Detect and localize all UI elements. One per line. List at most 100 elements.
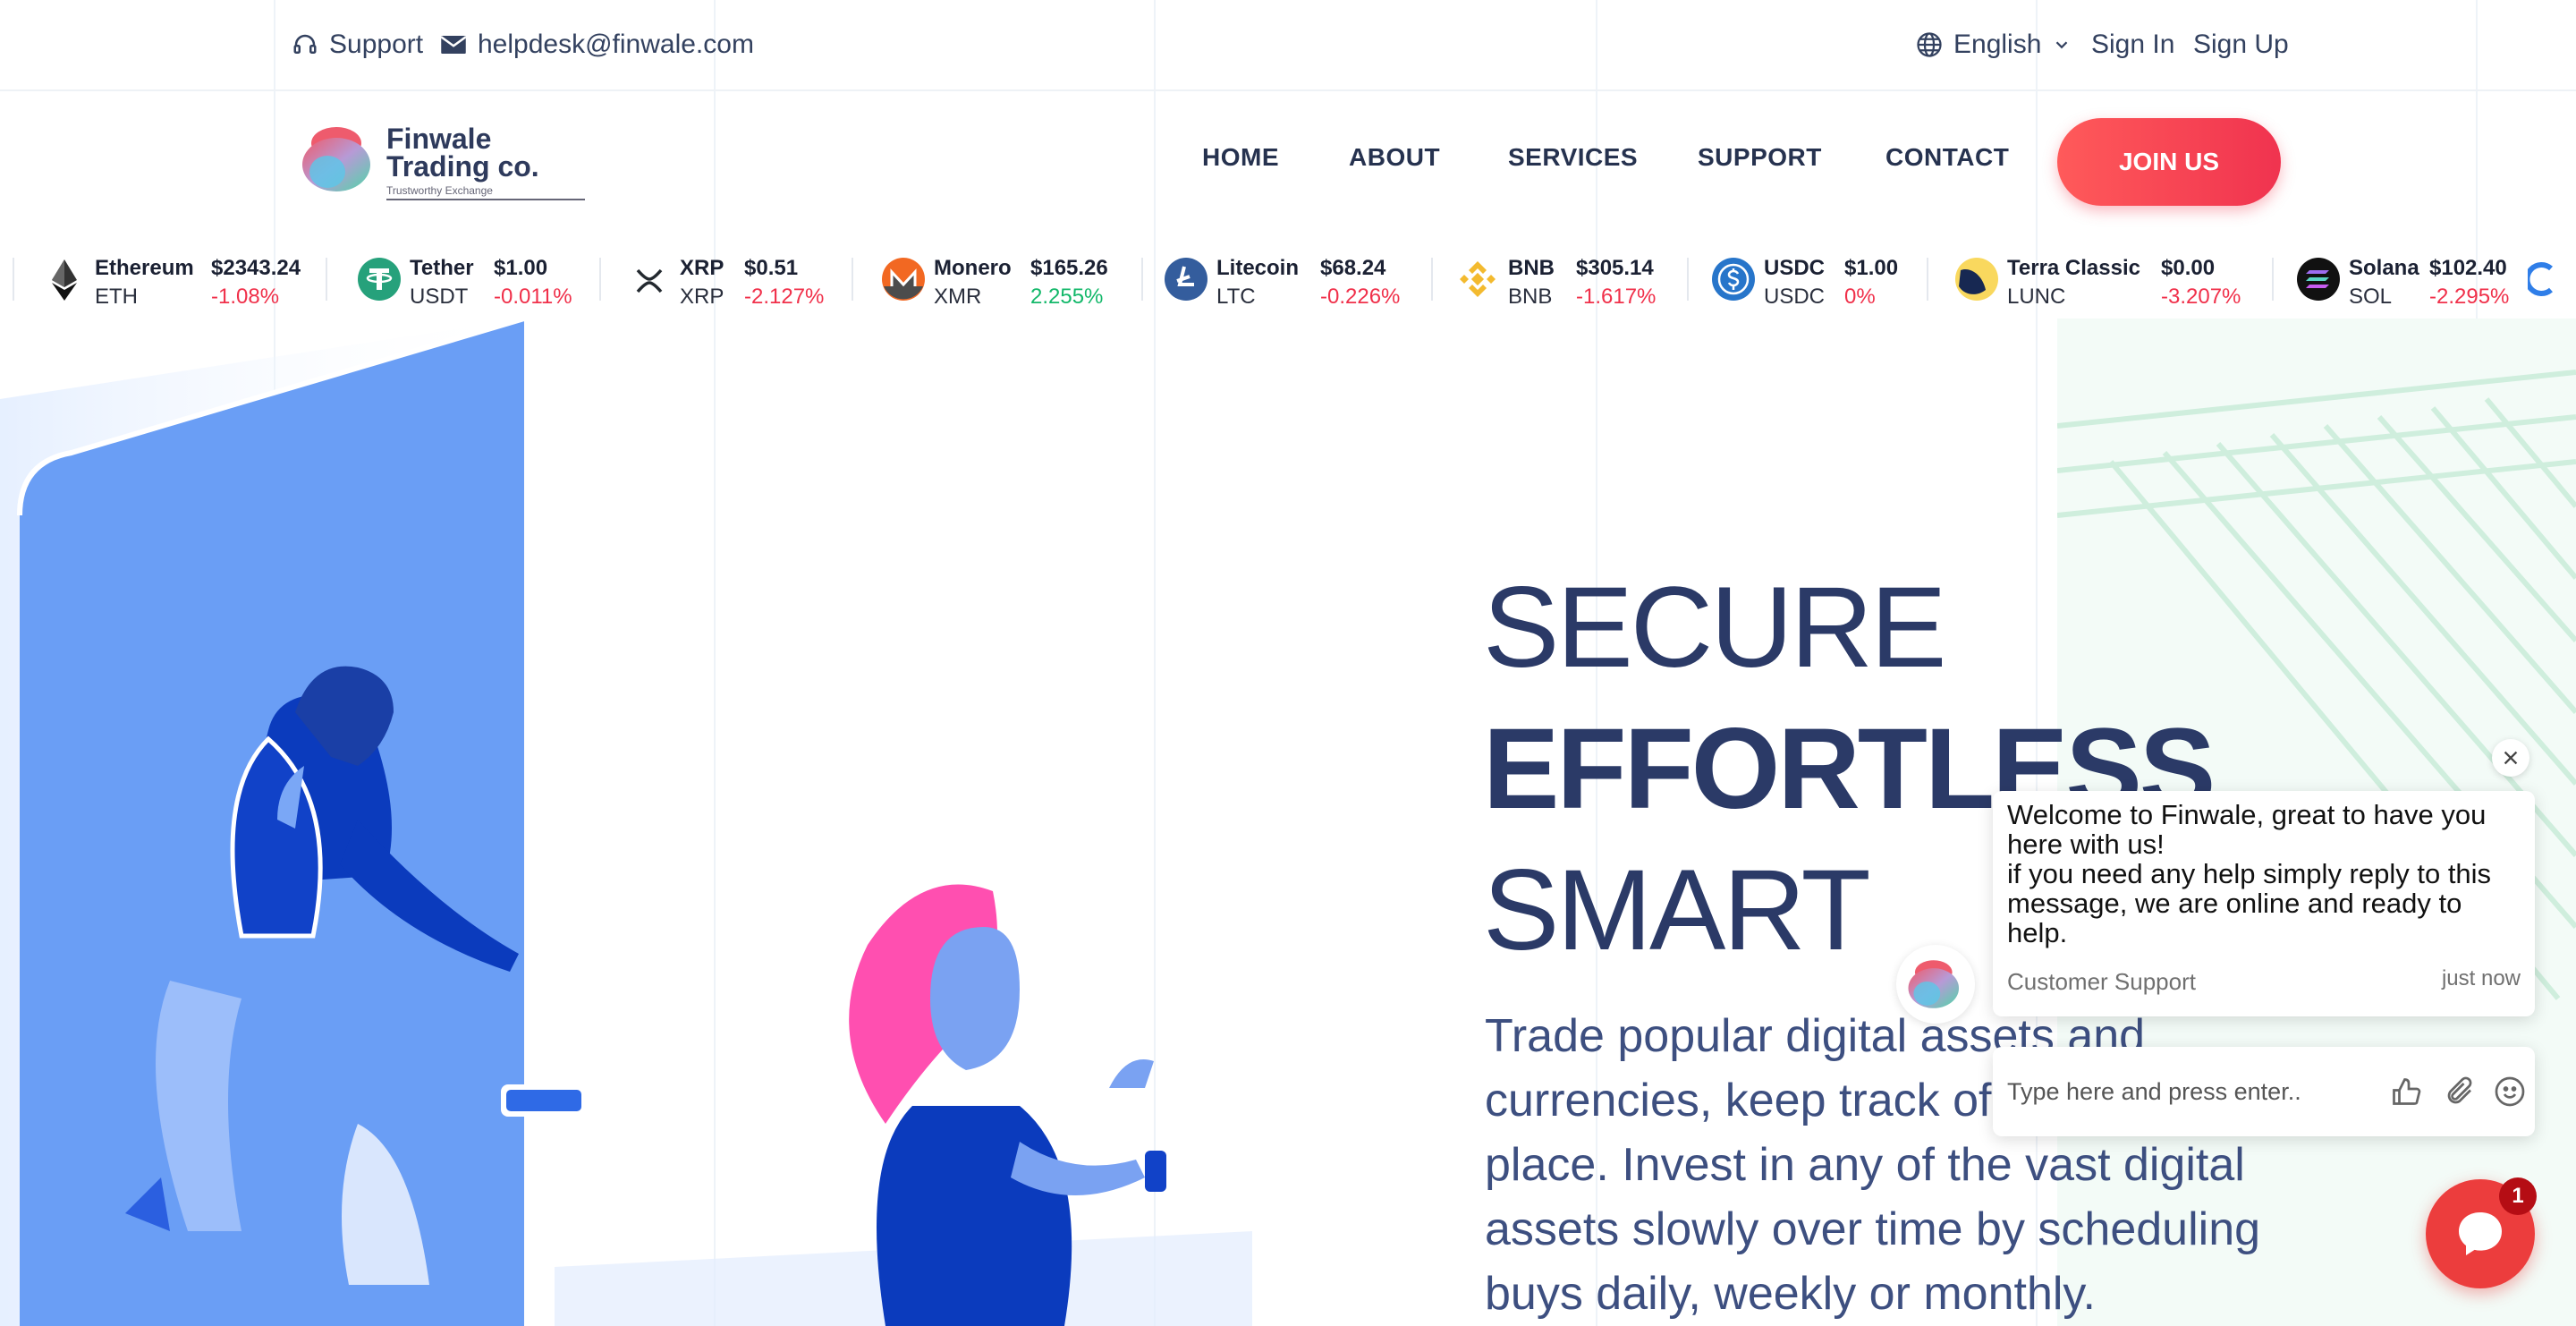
- coin-change: -0.011%: [494, 285, 572, 309]
- ticker-divider: [852, 258, 853, 301]
- chat-sender: Customer Support: [2007, 968, 2196, 995]
- coin-price: $1.00: [494, 256, 548, 280]
- ticker-item-terra-classic[interactable]: Terra Classic LUNC $0.00 -3.207%: [1953, 247, 2258, 310]
- ticker-divider: [1927, 258, 1928, 301]
- ethereum-icon: [52, 259, 77, 301]
- nav-about[interactable]: ABOUT: [1349, 143, 1440, 172]
- hero-line-smart: SMART: [1483, 846, 1871, 974]
- nav-services[interactable]: SERVICES: [1508, 143, 1638, 172]
- ticker-item-ethereum[interactable]: Ethereum ETH $2343.24 -1.08%: [41, 247, 309, 310]
- finwale-logo-icon: [302, 127, 370, 191]
- ticker-item-xrp[interactable]: XRP XRP $0.51 -2.127%: [626, 247, 859, 310]
- headset-icon: [293, 34, 317, 54]
- hero-line-secure: SECURE: [1483, 564, 1946, 692]
- coin-change: -1.617%: [1576, 285, 1657, 309]
- coin-price: $68.24: [1320, 256, 1386, 280]
- ticker-divider: [2272, 258, 2274, 301]
- mail-icon: [440, 36, 467, 54]
- coin-name: Solana: [2349, 256, 2419, 280]
- terra-classic-icon: [1955, 258, 1998, 301]
- coin-price: $1.00: [1844, 256, 1899, 280]
- coin-price: $0.51: [744, 256, 799, 280]
- solana-icon: [2297, 258, 2340, 301]
- coin-change: -0.226%: [1320, 285, 1401, 309]
- coin-symbol: BNB: [1508, 285, 1553, 309]
- brand-logo[interactable]: Finwale Trading co. Trustworthy Exchange: [301, 123, 585, 200]
- nav-contact[interactable]: CONTACT: [1885, 143, 2009, 172]
- top-bar: Support helpdesk@finwale.com English Sig…: [0, 0, 2576, 91]
- chat-icon: [2459, 1212, 2502, 1255]
- coin-change: -2.295%: [2429, 285, 2510, 309]
- chat-unread-badge: 1: [2499, 1177, 2537, 1215]
- coin-name: Litecoin: [1216, 256, 1300, 280]
- language-selector[interactable]: English: [1916, 23, 2072, 66]
- partial-coin-icon: [2528, 262, 2553, 296]
- xrp-icon: [636, 268, 663, 293]
- coin-price: $0.00: [2161, 256, 2216, 280]
- finwale-logo-icon: [1908, 960, 1960, 1008]
- coin-name: Monero: [934, 256, 1012, 280]
- chat-timestamp: just now: [2441, 966, 2521, 990]
- coin-change: -1.08%: [211, 285, 280, 309]
- close-icon: [2504, 751, 2518, 765]
- coin-price: $2343.24: [211, 256, 301, 280]
- chat-message-input[interactable]: [2005, 1070, 2367, 1113]
- coin-name: Terra Classic: [2007, 256, 2140, 280]
- coin-change: 0%: [1844, 285, 1876, 309]
- coin-price: $305.14: [1576, 256, 1654, 280]
- bnb-icon: [1460, 261, 1496, 297]
- support-label: Support: [329, 30, 424, 59]
- sign-up-link[interactable]: Sign Up: [2193, 23, 2289, 66]
- brand-name-line2: Trading co.: [386, 150, 539, 183]
- chat-message-text: Welcome to Finwale, great to have you he…: [2007, 799, 2492, 948]
- nav-support[interactable]: SUPPORT: [1698, 143, 1822, 172]
- brand-name-line1: Finwale: [386, 123, 492, 155]
- coin-symbol: XRP: [680, 285, 724, 309]
- monero-icon: [882, 258, 925, 301]
- brand-tagline: Trustworthy Exchange: [386, 184, 585, 200]
- ticker-item-usdc[interactable]: USDC USDC $1.00 0%: [1710, 247, 1979, 310]
- email-label: helpdesk@finwale.com: [478, 30, 754, 59]
- coin-symbol: LUNC: [2007, 285, 2066, 309]
- ticker-item-litecoin[interactable]: Litecoin LTC $68.24 -0.226%: [1163, 247, 1431, 310]
- emoji-icon[interactable]: [2490, 1072, 2529, 1111]
- coin-symbol: SOL: [2349, 285, 2393, 309]
- thumbs-up-icon[interactable]: [2386, 1072, 2426, 1111]
- ticker-item-solana[interactable]: Solana SOL $102.40 -2.295%: [2295, 247, 2519, 310]
- hero-illustration: [0, 319, 1252, 1326]
- coin-name: BNB: [1508, 256, 1555, 280]
- coin-symbol: LTC: [1216, 285, 1256, 309]
- chat-close-button[interactable]: [2492, 739, 2529, 777]
- litecoin-icon: [1165, 258, 1208, 301]
- coin-name: XRP: [680, 256, 724, 280]
- ticker-item-monero[interactable]: Monero XMR $165.26 2.255%: [880, 247, 1148, 310]
- coin-name: USDC: [1764, 256, 1826, 280]
- attachment-icon[interactable]: [2440, 1072, 2479, 1111]
- support-link[interactable]: Support: [292, 23, 423, 66]
- join-us-button[interactable]: JOIN US: [2057, 118, 2281, 206]
- coin-symbol: XMR: [934, 285, 982, 309]
- chat-message-bubble: Welcome to Finwale, great to have you he…: [1993, 791, 2535, 1016]
- email-link[interactable]: helpdesk@finwale.com: [440, 23, 754, 66]
- coin-symbol: USDC: [1764, 285, 1826, 309]
- coin-name: Ethereum: [95, 256, 194, 280]
- tether-icon: [358, 258, 401, 301]
- main-header: Finwale Trading co. Trustworthy Exchange…: [0, 89, 2576, 238]
- ticker-divider: [1687, 258, 1689, 301]
- coin-change: 2.255%: [1030, 285, 1104, 309]
- coin-change: -3.207%: [2161, 285, 2241, 309]
- coin-symbol: ETH: [95, 285, 138, 309]
- chat-input-box: [1993, 1047, 2535, 1136]
- usdc-icon: [1712, 258, 1755, 301]
- coin-price: $165.26: [1030, 256, 1108, 280]
- ticker-divider: [13, 258, 14, 301]
- ticker-divider: [1431, 258, 1433, 301]
- ticker-item-tether[interactable]: Tether USDT $1.00 -0.011%: [356, 247, 615, 310]
- coin-change: -2.127%: [744, 285, 825, 309]
- chevron-down-icon: [2056, 41, 2068, 49]
- ticker-divider: [326, 258, 327, 301]
- ticker-item-bnb[interactable]: BNB BNB $305.14 -1.617%: [1454, 247, 1723, 310]
- sign-in-link[interactable]: Sign In: [2091, 23, 2174, 66]
- ticker-divider: [599, 258, 601, 301]
- nav-home[interactable]: HOME: [1202, 143, 1279, 172]
